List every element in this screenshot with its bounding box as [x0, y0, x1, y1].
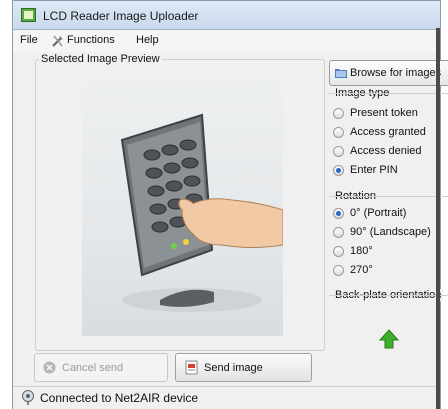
- preview-label: Selected Image Preview: [39, 53, 162, 65]
- browse-label: Browse for images: [350, 67, 442, 79]
- radio-label: Access granted: [350, 126, 426, 138]
- menu-help[interactable]: Help: [136, 34, 159, 46]
- send-icon: [185, 360, 198, 375]
- radio-label: Present token: [350, 107, 418, 119]
- backplate-divider: [329, 295, 448, 296]
- radio-button[interactable]: [333, 227, 344, 238]
- radio-button[interactable]: [333, 146, 344, 157]
- radio-label: 90° (Landscape): [350, 226, 431, 238]
- right-panel: Browse for images Image type Present tok…: [329, 57, 448, 373]
- radio-button[interactable]: [333, 265, 344, 276]
- menu-functions[interactable]: Functions: [67, 34, 115, 46]
- app-window: LCD Reader Image Uploader File Functions…: [12, 0, 448, 409]
- tools-icon: [52, 35, 63, 47]
- send-image-button[interactable]: Send image: [175, 353, 312, 382]
- radio-button[interactable]: [333, 246, 344, 257]
- menu-file[interactable]: File: [20, 34, 38, 46]
- menu-bar: File Functions Help: [13, 30, 440, 52]
- radio-label: Access denied: [350, 145, 422, 157]
- radio-button-checked[interactable]: [333, 208, 344, 219]
- radio-button-checked[interactable]: [333, 165, 344, 176]
- cancel-send-label: Cancel send: [62, 362, 124, 374]
- arrow-up-icon: [379, 329, 399, 349]
- rotation-divider: [329, 196, 448, 197]
- window-shadow-edge: [436, 28, 440, 409]
- keypad-illustration: [120, 113, 283, 312]
- app-icon: [21, 8, 36, 22]
- folder-icon: [335, 69, 347, 78]
- window-title: LCD Reader Image Uploader: [43, 9, 199, 23]
- status-bar: Connected to Net2AIR device: [13, 386, 440, 409]
- image-type-divider: [329, 93, 448, 94]
- cancel-send-button[interactable]: Cancel send: [34, 353, 168, 382]
- status-text: Connected to Net2AIR device: [40, 391, 199, 405]
- radio-label: 0° (Portrait): [350, 207, 407, 219]
- title-bar: LCD Reader Image Uploader: [13, 1, 440, 30]
- radio-button[interactable]: [333, 108, 344, 119]
- radio-button[interactable]: [333, 127, 344, 138]
- send-image-label: Send image: [204, 362, 263, 374]
- preview-image: [82, 70, 283, 336]
- radio-label: Enter PIN: [350, 164, 398, 176]
- radio-label: 270°: [350, 264, 373, 276]
- connection-icon: [22, 390, 34, 405]
- cancel-icon: [43, 361, 56, 374]
- browse-button[interactable]: Browse for images: [329, 60, 448, 86]
- radio-label: 180°: [350, 245, 373, 257]
